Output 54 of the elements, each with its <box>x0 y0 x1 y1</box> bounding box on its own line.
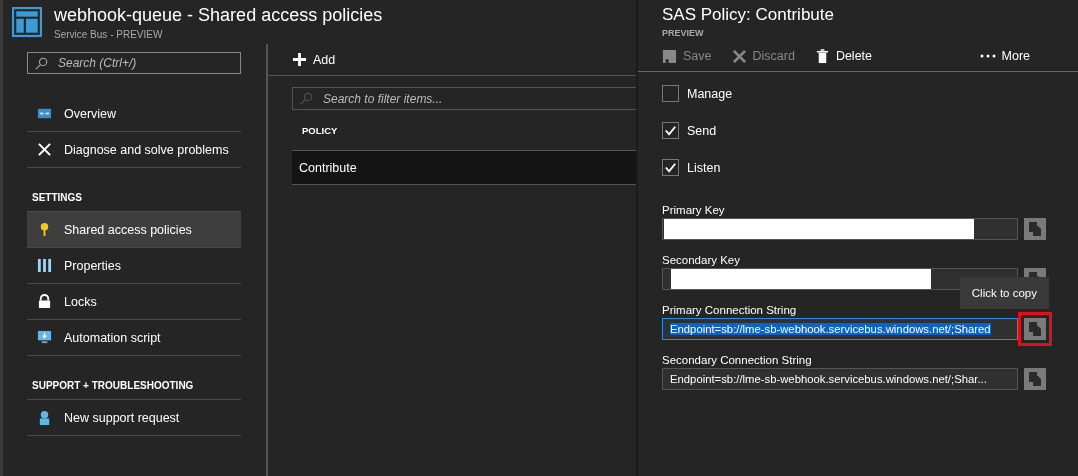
key-field[interactable] <box>662 218 1018 240</box>
more-button[interactable]: More <box>979 49 1030 63</box>
blade-title: webhook-queue - Shared access policies <box>54 4 383 26</box>
blade-subtitle: Service Bus - PREVIEW <box>54 28 164 40</box>
connection-string-field[interactable]: Endpoint=sb://lme-sb-webhook.servicebus.windows.net/;Shar... <box>662 368 1018 390</box>
delete-button[interactable]: Delete <box>814 48 872 64</box>
tooltip: Click to copy <box>959 277 1049 309</box>
filter-field[interactable]: Search to filter items... <box>292 87 636 110</box>
checkbox-label: Listen <box>687 160 721 175</box>
overview-icon <box>37 106 52 121</box>
panel-subtitle: PREVIEW <box>662 28 705 38</box>
trash-icon <box>814 48 830 64</box>
checkbox-label: Manage <box>687 86 733 101</box>
field-label: Primary Connection String <box>662 304 798 316</box>
plus-icon <box>292 52 307 67</box>
search-field[interactable]: Search (Ctrl+/) <box>27 52 241 74</box>
properties-icon <box>37 258 52 273</box>
nav-item[interactable]: Automation script <box>27 320 241 356</box>
nav-item[interactable]: Shared access policies <box>27 212 241 248</box>
nav-item[interactable]: Diagnose and solve problems <box>27 132 241 168</box>
copy-icon <box>1027 371 1043 387</box>
support-person-icon <box>37 410 52 425</box>
copy-button[interactable] <box>1024 318 1046 340</box>
column-header: POLICY <box>302 124 338 136</box>
save-icon <box>662 48 677 64</box>
nav-item[interactable]: Locks <box>27 284 241 320</box>
field-label: Primary Key <box>662 204 726 216</box>
policy-row[interactable]: Contribute <box>292 151 636 185</box>
field-label: Secondary Connection String <box>662 354 813 366</box>
checkbox[interactable] <box>662 85 679 102</box>
section-header: SUPPORT + TROUBLESHOOTING <box>27 356 241 400</box>
copy-button[interactable] <box>1024 218 1046 240</box>
tools-icon <box>37 142 52 157</box>
nav-item[interactable]: New support request <box>27 400 241 436</box>
copy-button[interactable] <box>1024 368 1046 390</box>
close-icon <box>731 48 747 64</box>
more-icon <box>979 54 996 58</box>
blade-icon <box>12 7 42 37</box>
checkbox[interactable] <box>662 122 679 139</box>
copy-icon <box>1027 321 1043 337</box>
lock-icon <box>37 294 52 309</box>
nav-item[interactable]: Overview <box>27 96 241 132</box>
field-label: Secondary Key <box>662 254 741 266</box>
checkbox[interactable] <box>662 159 679 176</box>
monitor-icon <box>37 330 52 345</box>
key-field[interactable] <box>662 268 1018 290</box>
connection-string-field[interactable]: Endpoint=sb://lme-sb-webhook.servicebus.windows.net/;Shared <box>662 318 1018 340</box>
copy-icon <box>1027 221 1043 237</box>
add-button[interactable]: Add <box>292 52 336 67</box>
nav-item[interactable]: Properties <box>27 248 241 284</box>
search-icon <box>300 92 313 105</box>
panel-title: SAS Policy: Contribute <box>662 5 835 25</box>
checkbox-label: Send <box>687 123 717 138</box>
search-icon <box>35 57 48 70</box>
